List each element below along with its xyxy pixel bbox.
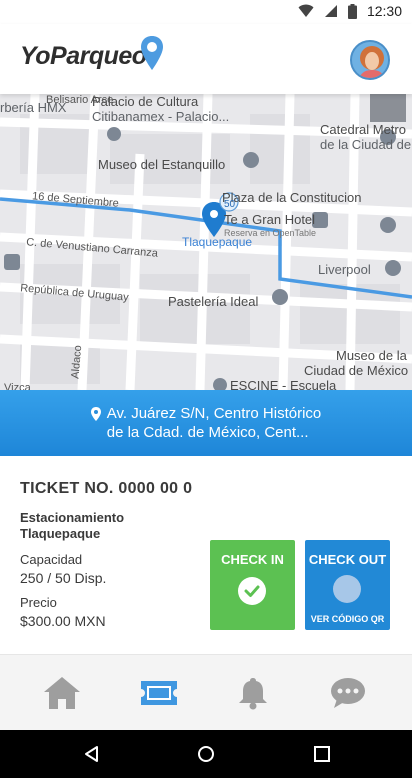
- map-label: de la Ciudad de: [320, 137, 412, 152]
- tab-tickets[interactable]: [139, 675, 179, 711]
- ticket-panel: TICKET NO. 0000 00 0 Estacionamiento Tla…: [0, 456, 412, 654]
- tab-messages[interactable]: [328, 675, 368, 711]
- back-icon[interactable]: [82, 744, 102, 764]
- map-label: Citibanamex - Palacio...: [92, 109, 230, 124]
- bell-icon: [239, 678, 267, 710]
- address-line-1: Av. Juárez S/N, Centro Histórico: [106, 405, 322, 422]
- price-label: Precio: [20, 595, 57, 610]
- map-label: Te a Gran Hotel: [224, 212, 316, 227]
- app-header: YoParqueo: [0, 24, 412, 94]
- ticket-icon: [141, 681, 177, 705]
- view-qr-label: VER CÓDIGO QR: [310, 614, 385, 624]
- map-label: Catedral Metro: [320, 122, 406, 137]
- map-label: Tlaquepaque: [182, 235, 253, 249]
- signal-icon: [324, 5, 337, 17]
- check-in-button[interactable]: CHECK IN: [210, 540, 295, 630]
- battery-icon: [347, 3, 357, 19]
- map-label: Museo de la: [336, 348, 407, 363]
- street-label: Vizca: [4, 382, 31, 390]
- street-label: Belisario Arce: [46, 94, 114, 106]
- chat-icon: [331, 678, 365, 708]
- address-banner: Av. Juárez S/N, Centro Histórico de la C…: [0, 390, 412, 456]
- app-logo: YoParqueo: [20, 42, 147, 70]
- map-label: Pastelería Ideal: [168, 294, 259, 309]
- bottom-navigation: [0, 654, 412, 730]
- address-line-2: de la Cdad. de México, Cent...: [106, 424, 309, 441]
- check-out-label: CHECK OUT: [308, 552, 387, 567]
- tab-home[interactable]: [42, 675, 82, 711]
- location-marker-icon: [90, 407, 101, 421]
- map-label: ESCINE - Escuela: [230, 378, 337, 390]
- wifi-icon: [298, 4, 314, 17]
- map-label: Plaza de la Constitucion: [222, 190, 362, 205]
- system-navigation-bar: [0, 730, 412, 778]
- recents-icon[interactable]: [312, 744, 332, 764]
- avatar[interactable]: [350, 40, 390, 80]
- tab-notifications[interactable]: [233, 675, 273, 711]
- status-bar: 12:30: [0, 0, 412, 24]
- check-out-button[interactable]: CHECK OUT VER CÓDIGO QR: [305, 540, 390, 630]
- map-label: Liverpool: [318, 262, 371, 277]
- capacity-value: 250 / 50 Disp.: [20, 570, 107, 586]
- location-pin-icon: [141, 36, 163, 70]
- status-time: 12:30: [366, 3, 402, 19]
- price-value: $300.00 MXN: [20, 613, 106, 629]
- ticket-number: TICKET NO. 0000 00 0: [20, 480, 193, 497]
- checkmark-icon: [238, 577, 266, 605]
- map-label: Ciudad de México: [304, 363, 409, 378]
- check-in-label: CHECK IN: [221, 552, 284, 567]
- home-icon: [44, 677, 80, 709]
- qr-code-icon: [333, 575, 361, 603]
- parking-lot-name: Estacionamiento Tlaquepaque: [20, 510, 125, 541]
- home-circle-icon[interactable]: [196, 744, 216, 764]
- map-label: Museo del Estanquillo: [98, 157, 226, 172]
- user-photo-icon: [352, 42, 388, 78]
- capacity-label: Capacidad: [20, 552, 83, 567]
- map-view[interactable]: Palacio de Cultura Citibanamex - Palacio…: [0, 94, 412, 390]
- map-pin-badge: 50: [224, 199, 236, 210]
